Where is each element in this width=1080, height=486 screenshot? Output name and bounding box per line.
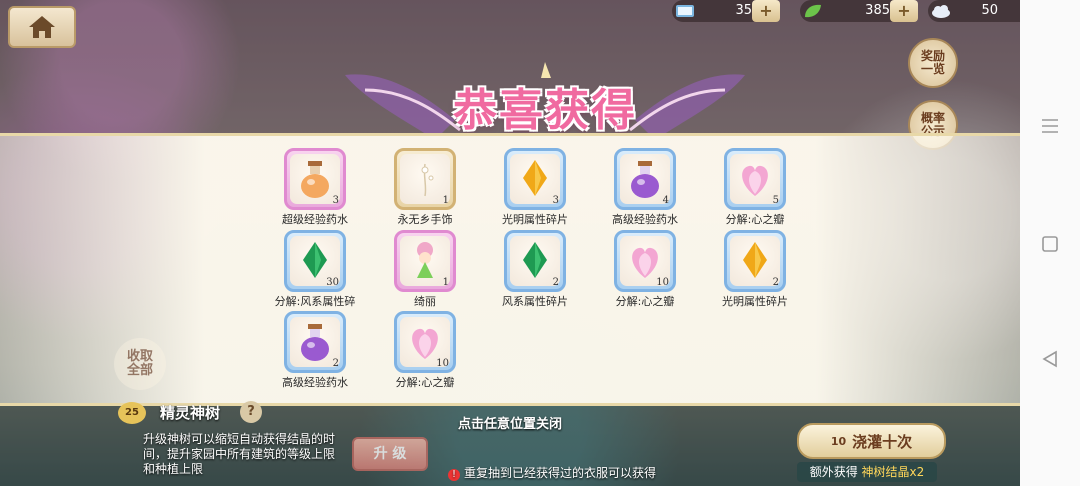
tree-description: 升级神树可以缩短自动获得结晶的时间，提升家园中所有建筑的等级上限和种植上限	[143, 432, 336, 476]
extra-reward: 额外获得 神树结晶x2	[797, 462, 937, 482]
reward-card: 2	[724, 230, 786, 292]
reward-card: 10	[394, 311, 456, 373]
rewards-list-button[interactable]: 奖励一览	[908, 38, 958, 88]
reward-item[interactable]: 4 高级经验药水	[590, 148, 700, 227]
reward-count: 2	[552, 277, 559, 288]
heart-petal-icon	[742, 165, 768, 196]
extra-reward-highlight: 神树结晶x2	[861, 465, 925, 479]
reward-name: 分解:心之瓣	[395, 376, 455, 389]
fairy-character-icon	[417, 242, 433, 278]
reward-card: 2	[284, 311, 346, 373]
reward-item[interactable]: 10 分解:心之瓣	[370, 311, 480, 390]
extra-reward-prefix: 额外获得	[809, 465, 858, 479]
reward-name: 风系属性碎片	[502, 295, 568, 308]
reward-count: 2	[772, 277, 779, 288]
reward-count: 1	[442, 277, 449, 288]
home-icon	[29, 16, 55, 38]
flower-accessory-icon	[421, 163, 434, 197]
collect-all-label: 收取全部	[126, 349, 153, 378]
reward-item[interactable]: 10 分解:心之瓣	[590, 230, 700, 309]
reward-name: 分解:风系属性碎	[274, 295, 356, 308]
reward-count: 5	[772, 195, 779, 206]
reward-name: 分解:心之瓣	[615, 295, 675, 308]
resource-book: 35 +	[672, 0, 780, 22]
add-leaf-button[interactable]: +	[890, 0, 918, 22]
reward-item[interactable]: 2 光明属性碎片	[700, 230, 810, 309]
reward-item[interactable]: 3 超级经验药水	[260, 148, 370, 227]
reward-count: 3	[552, 195, 559, 206]
leaf-icon	[805, 4, 821, 18]
banner-title: 恭喜获得	[453, 85, 637, 136]
heart-petal-icon	[412, 328, 438, 359]
home-button[interactable]	[8, 6, 76, 48]
reward-item[interactable]: 2 风系属性碎片	[480, 230, 590, 309]
alert-icon: !	[448, 469, 460, 481]
potion-purple-icon	[301, 324, 329, 361]
home-square-icon[interactable]	[1041, 235, 1059, 253]
resource-cloud-value: 50	[981, 3, 998, 18]
reward-name: 光明属性碎片	[722, 295, 788, 308]
reward-item[interactable]: 1 永无乡手饰	[370, 148, 480, 227]
gem-gold-icon	[743, 242, 767, 278]
system-navigation-bar	[1020, 0, 1080, 486]
menu-icon[interactable]	[1041, 118, 1059, 134]
reward-name: 高级经验药水	[612, 213, 678, 226]
reward-count: 4	[662, 195, 669, 206]
reward-card: 10	[614, 230, 676, 292]
collect-all-button[interactable]: 收取全部	[114, 338, 166, 390]
water-ten-times-button[interactable]: 10 浇灌十次	[797, 423, 946, 459]
reward-card: 2	[504, 230, 566, 292]
reward-count: 1	[442, 195, 449, 206]
reward-name: 光明属性碎片	[502, 213, 568, 226]
reward-count: 30	[326, 277, 339, 288]
potion-purple-icon	[631, 161, 659, 198]
reward-card: 5	[724, 148, 786, 210]
reward-card: 30	[284, 230, 346, 292]
ten-draw-cost: 10	[830, 434, 847, 448]
resource-leaf-value: 385	[865, 3, 890, 18]
reward-item[interactable]: 1 绮丽	[370, 230, 480, 309]
duplicate-warning-text: 重复抽到已经获得过的衣服可以获得	[464, 466, 657, 480]
back-triangle-icon[interactable]	[1041, 350, 1059, 368]
reward-name: 分解:心之瓣	[725, 213, 785, 226]
reward-name: 超级经验药水	[282, 213, 348, 226]
reward-card: 1	[394, 148, 456, 210]
gem-green-icon	[523, 242, 547, 278]
reward-item[interactable]: 3 光明属性碎片	[480, 148, 590, 227]
reward-count: 2	[332, 358, 339, 369]
heart-petal-icon	[632, 247, 658, 278]
ten-draw-label: 浇灌十次	[852, 432, 913, 451]
reward-item[interactable]: 5 分解:心之瓣	[700, 148, 810, 227]
reward-item[interactable]: 30 分解:风系属性碎	[260, 230, 370, 309]
gem-gold-icon	[523, 160, 547, 196]
resource-cloud: 50	[928, 0, 1020, 22]
reward-card: 3	[284, 148, 346, 210]
reward-card: 1	[394, 230, 456, 292]
potion-orange-icon	[301, 161, 329, 198]
reward-name: 高级经验药水	[282, 376, 348, 389]
duplicate-warning: ! 重复抽到已经获得过的衣服可以获得	[448, 464, 656, 481]
reward-name: 绮丽	[414, 295, 436, 308]
book-icon	[676, 5, 694, 17]
add-book-button[interactable]: +	[752, 0, 780, 22]
resource-book-value: 35	[735, 3, 752, 18]
reward-card: 3	[504, 148, 566, 210]
reward-count: 10	[656, 277, 669, 288]
upgrade-button[interactable]: 升 级	[352, 437, 428, 471]
reward-item[interactable]: 2 高级经验药水	[260, 311, 370, 390]
reward-count: 3	[332, 195, 339, 206]
reward-card: 4	[614, 148, 676, 210]
cloud-icon	[932, 5, 950, 18]
resource-leaf: 385 +	[800, 0, 918, 22]
reward-count: 10	[436, 358, 449, 369]
rewards-list-label: 奖励一览	[920, 49, 945, 76]
reward-name: 永无乡手饰	[397, 213, 453, 226]
gem-green-icon	[303, 242, 327, 278]
